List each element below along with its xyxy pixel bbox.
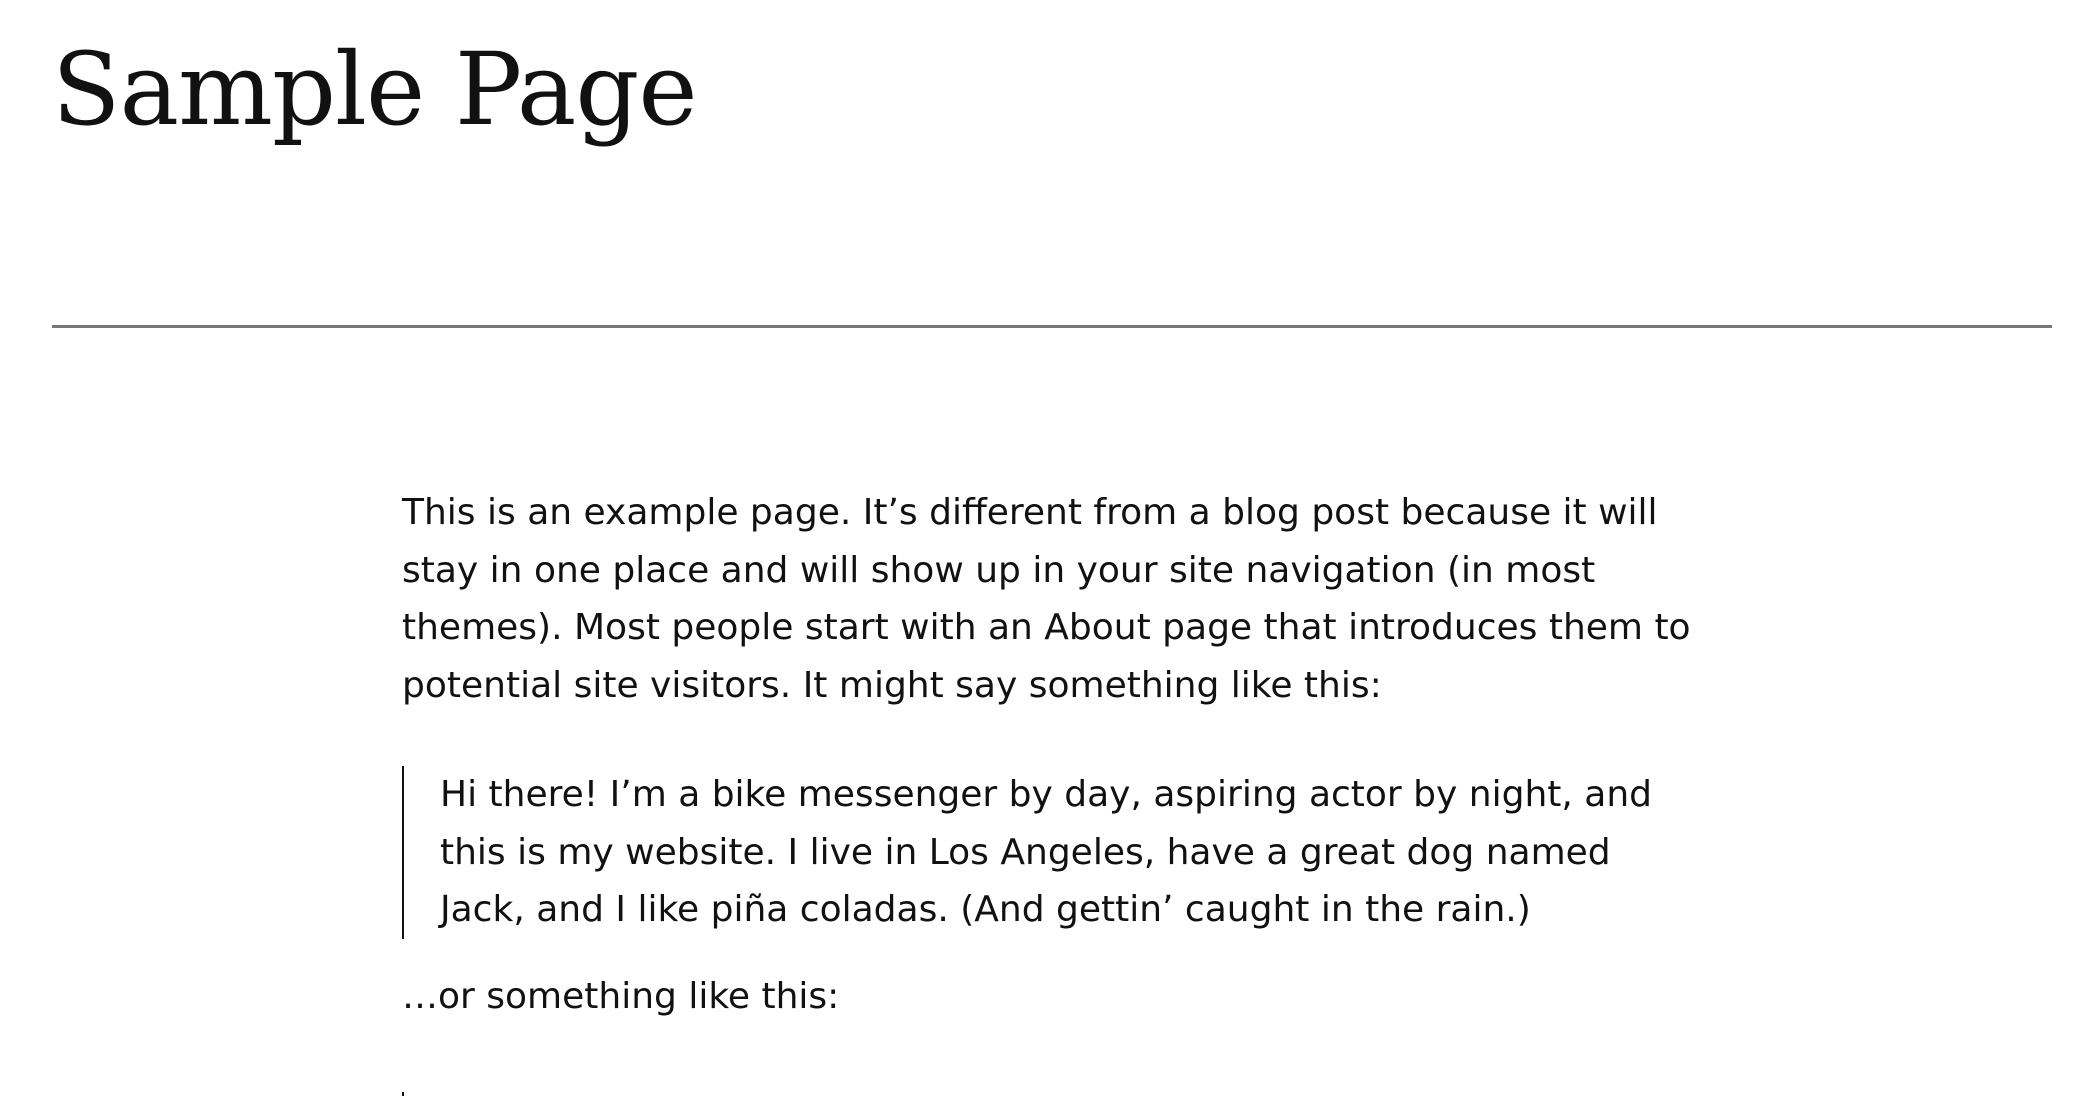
blockquote-text: Hi there! I’m a bike messenger by day, a… bbox=[440, 774, 1652, 930]
second-blockquote-border bbox=[402, 1092, 404, 1096]
blockquote: Hi there! I’m a bike messenger by day, a… bbox=[402, 766, 1740, 939]
page-title: Sample Page bbox=[52, 31, 698, 148]
transition-paragraph: …or something like this: bbox=[402, 976, 840, 1017]
intro-paragraph: This is an example page. It’s different … bbox=[402, 492, 1691, 706]
page: Sample Page This is an example page. It’… bbox=[0, 0, 2090, 1096]
title-divider bbox=[52, 325, 2052, 328]
page-content: This is an example page. It’s different … bbox=[402, 484, 1722, 1096]
